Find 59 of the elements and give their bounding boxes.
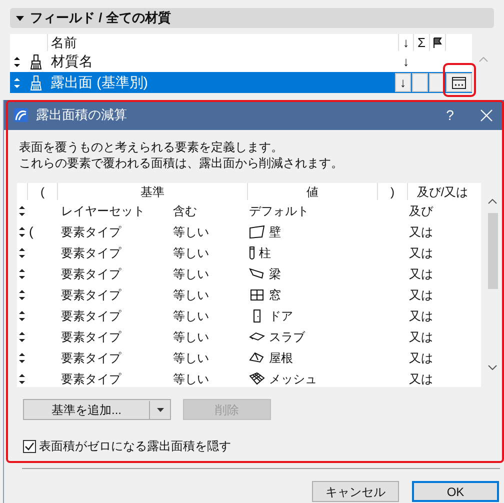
criterion-text: 要素タイプ xyxy=(61,350,121,364)
value-text: デフォルト xyxy=(249,202,309,220)
section-header[interactable]: フィールド / 全ての材質 xyxy=(10,8,494,28)
operator-text: 等しい xyxy=(173,308,209,322)
value-text: 壁 xyxy=(269,224,281,240)
table-row[interactable]: 材質名 ↓ xyxy=(10,51,472,72)
criterion-text: 要素タイプ xyxy=(61,266,121,280)
operator-text: 等しい xyxy=(173,350,209,364)
value-text: ドア xyxy=(269,308,293,324)
column-header: ( xyxy=(40,184,44,200)
value-text: 屋根 xyxy=(269,350,293,366)
conjunction-text: 又は xyxy=(409,372,433,386)
column-header: ) xyxy=(390,184,394,200)
section-title: フィールド / 全ての材質 xyxy=(30,9,171,28)
criterion-text: 要素タイプ xyxy=(61,308,121,322)
operator-text: 等しい xyxy=(173,246,209,260)
field-name: 露出面 (基準別) xyxy=(50,74,148,90)
column-header: 名前 xyxy=(51,34,77,50)
add-criterion-button[interactable]: 基準を追加... xyxy=(23,399,171,420)
operator-text: 等しい xyxy=(173,224,209,238)
description-text: 表面を覆うものと考えられる要素を定義します。 xyxy=(19,139,284,155)
value-text: メッシュ xyxy=(269,370,317,387)
operator-text: 等しい xyxy=(173,266,209,280)
sort-toggle[interactable]: ↓ xyxy=(395,73,411,92)
dialog-title: 露出面積の減算 xyxy=(36,106,128,124)
value-text: 梁 xyxy=(269,266,281,282)
cancel-button[interactable]: キャンセル xyxy=(312,481,399,502)
field-name: 材質名 xyxy=(51,53,93,69)
value-text: 柱 xyxy=(259,244,271,262)
criterion-text: 要素タイプ xyxy=(61,288,121,302)
conjunction-text: 又は xyxy=(409,266,433,280)
help-button[interactable]: ? xyxy=(440,104,460,126)
checkbox-label: 表面積がゼロになる露出面積を隠す xyxy=(39,438,231,455)
ok-button[interactable]: OK xyxy=(412,481,499,502)
value-text: 窓 xyxy=(269,286,281,304)
table-row[interactable]: 露出面 (基準別) ↓ xyxy=(10,72,472,93)
operator-text: 等しい xyxy=(173,372,209,386)
conjunction-text: 又は xyxy=(409,246,433,260)
operator-text: 含む xyxy=(173,204,197,218)
operator-text: 等しい xyxy=(173,330,209,344)
operator-text: 等しい xyxy=(173,288,209,302)
description-text: これらの要素で覆われる面積は、露出面から削減されます。 xyxy=(19,155,344,171)
sort-indicator: ↓ xyxy=(402,52,410,71)
conjunction-text: 又は xyxy=(409,350,433,364)
criterion-text: 要素タイプ xyxy=(61,372,121,386)
open-paren: ( xyxy=(29,224,34,239)
conjunction-text: 及び xyxy=(409,204,433,218)
criterion-text: 要素タイプ xyxy=(61,246,121,260)
conjunction-text: 又は xyxy=(409,330,433,344)
criterion-text: 要素タイプ xyxy=(61,224,121,238)
conjunction-text: 又は xyxy=(409,224,433,238)
column-header: 基準 xyxy=(140,184,164,200)
value-text: スラブ xyxy=(269,328,305,346)
column-header: 値 xyxy=(306,184,318,200)
criterion-text: レイヤーセット xyxy=(61,204,145,218)
conjunction-text: 又は xyxy=(409,308,433,322)
column-header: 及び/又は xyxy=(416,184,468,200)
conjunction-text: 又は xyxy=(409,288,433,302)
criterion-text: 要素タイプ xyxy=(61,330,121,344)
